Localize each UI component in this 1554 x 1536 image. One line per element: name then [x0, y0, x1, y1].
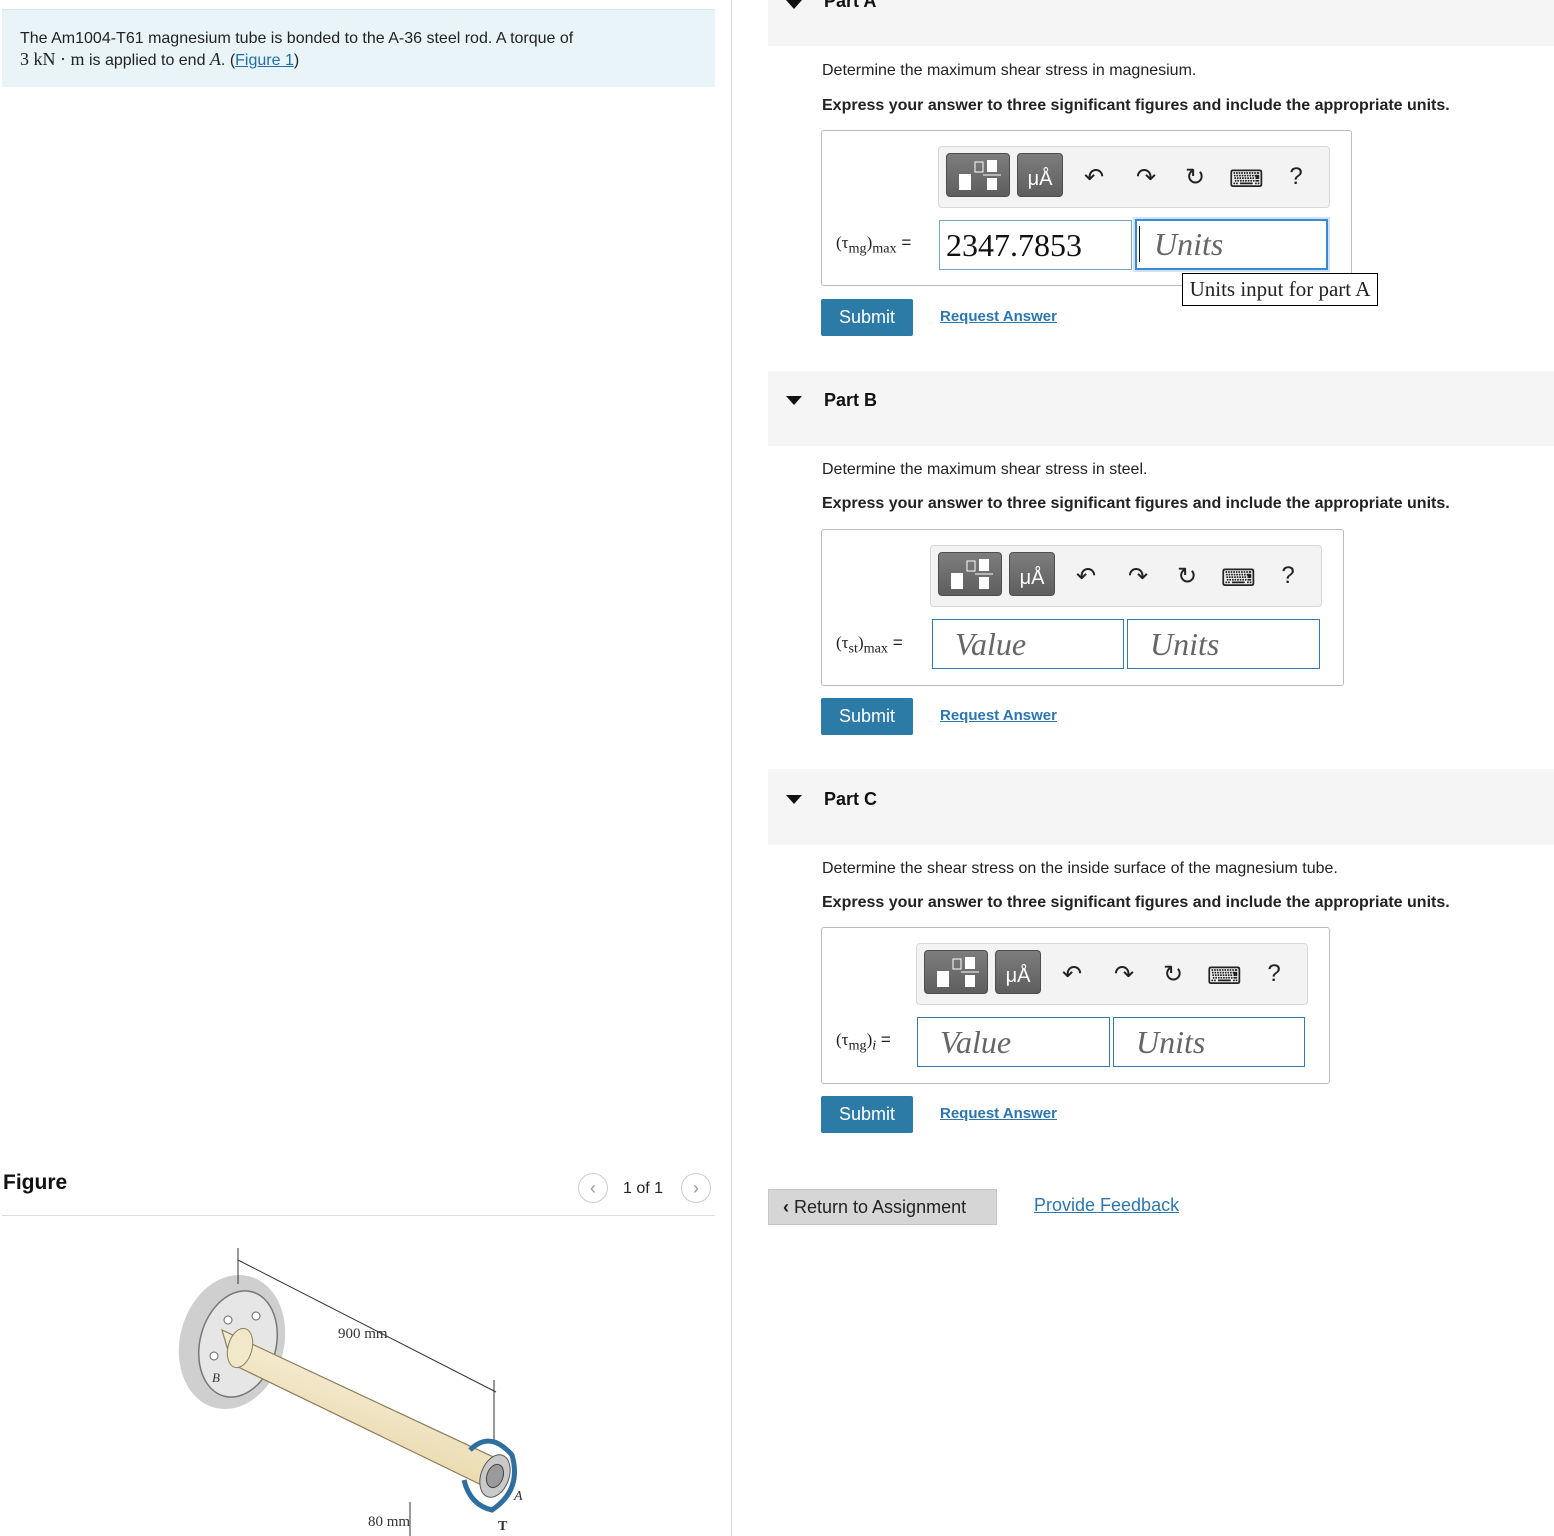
dim-length-label: 900 mm: [338, 1326, 388, 1342]
figure-prev-button[interactable]: ‹: [578, 1173, 608, 1203]
reset-icon[interactable]: ↻: [1158, 960, 1188, 989]
part-b-header[interactable]: [768, 371, 1554, 446]
label-subscript-2: max: [863, 640, 888, 657]
reset-icon[interactable]: ↻: [1172, 562, 1202, 591]
units-icon: μÅ: [1005, 965, 1031, 987]
templates-icon: [951, 559, 993, 589]
part-b-units-input[interactable]: Units: [1127, 619, 1320, 669]
label-b: B: [212, 1370, 220, 1385]
help-icon[interactable]: ?: [1273, 562, 1303, 590]
templates-button[interactable]: [924, 950, 988, 994]
figure-divider: [2, 1215, 715, 1216]
units-icon: μÅ: [1027, 168, 1053, 190]
part-c-submit-button[interactable]: Submit: [821, 1096, 913, 1133]
help-glyph: ?: [1267, 960, 1281, 987]
templates-icon: [959, 160, 1001, 190]
return-label: Return to Assignment: [794, 1197, 967, 1217]
redo-icon[interactable]: ↷: [1131, 163, 1161, 192]
figure-pager: 1 of 1: [623, 1180, 664, 1197]
reset-icon[interactable]: ↻: [1180, 163, 1210, 192]
part-c-units-input[interactable]: Units: [1113, 1017, 1305, 1067]
help-glyph: ?: [1281, 562, 1295, 589]
part-c-value-input[interactable]: Value: [917, 1017, 1110, 1067]
units-button[interactable]: μÅ: [1009, 552, 1055, 596]
label-subscript: st: [848, 640, 858, 657]
chevron-right-icon: ›: [693, 1178, 699, 1198]
problem-statement: The Am1004-T61 magnesium tube is bonded …: [20, 28, 660, 71]
chevron-left-icon: ‹: [590, 1178, 596, 1198]
paren-close: ): [293, 52, 300, 69]
paren-open: . (: [220, 52, 236, 69]
figure-image: 900 mm 80 mm B A T: [178, 1248, 523, 1536]
label-subscript: mg: [848, 240, 867, 257]
templates-icon: [937, 957, 979, 987]
figure-title: Figure: [3, 1171, 68, 1194]
chevron-left-icon: ‹: [783, 1197, 794, 1217]
collapse-triangle-icon[interactable]: [786, 0, 802, 9]
end-label: A: [209, 49, 221, 69]
units-tooltip: Units input for part A: [1182, 273, 1378, 306]
return-to-assignment-button[interactable]: ‹ Return to Assignment: [768, 1189, 997, 1225]
label-symbol: (τ: [836, 1030, 849, 1049]
label-t: T: [498, 1519, 508, 1534]
part-a-question: Determine the maximum shear stress in ma…: [822, 62, 1197, 79]
part-c-label: (τmg)i =: [836, 1030, 891, 1054]
part-c-request-answer[interactable]: Request Answer: [940, 1105, 1057, 1122]
label-a: A: [513, 1489, 523, 1504]
label-symbol: (τ: [836, 233, 849, 252]
label-subscript: mg: [848, 1037, 867, 1054]
problem-text: The Am1004-T61 magnesium tube is bonded …: [20, 30, 574, 47]
undo-icon[interactable]: ↶: [1079, 163, 1109, 192]
keyboard-icon[interactable]: ⌨: [1229, 165, 1264, 194]
part-a-instruction: Express your answer to three significant…: [822, 97, 1450, 114]
undo-icon[interactable]: ↶: [1071, 562, 1101, 591]
part-c-header[interactable]: [768, 769, 1554, 845]
problem-text-after: is applied to end: [84, 52, 210, 69]
label-equals: =: [896, 233, 912, 252]
units-button[interactable]: μÅ: [995, 950, 1041, 994]
keyboard-icon[interactable]: ⌨: [1221, 564, 1256, 593]
column-divider: [731, 0, 732, 1536]
part-b-question: Determine the maximum shear stress in st…: [822, 461, 1148, 478]
part-b-label: (τst)max =: [836, 633, 903, 657]
part-a-title: Part A: [824, 0, 877, 11]
part-a-value-input[interactable]: 2347.7853: [939, 220, 1132, 270]
part-a-label: (τmg)max =: [836, 233, 911, 257]
units-icon: μÅ: [1019, 567, 1045, 589]
figure-link[interactable]: Figure 1: [235, 52, 294, 69]
figure-next-button[interactable]: ›: [681, 1173, 711, 1203]
part-b-instruction: Express your answer to three significant…: [822, 495, 1450, 512]
collapse-triangle-icon[interactable]: [786, 396, 802, 405]
help-glyph: ?: [1289, 163, 1303, 190]
part-b-request-answer[interactable]: Request Answer: [940, 707, 1057, 724]
units-button[interactable]: μÅ: [1017, 153, 1063, 197]
part-b-value-input[interactable]: Value: [932, 619, 1124, 669]
keyboard-icon[interactable]: ⌨: [1207, 962, 1242, 991]
part-c-instruction: Express your answer to three significant…: [822, 894, 1450, 911]
part-a-units-input[interactable]: Units: [1135, 219, 1328, 270]
torque-value: 3 kN · m: [20, 49, 85, 69]
label-equals: =: [876, 1030, 891, 1049]
collapse-triangle-icon[interactable]: [786, 795, 802, 804]
help-icon[interactable]: ?: [1259, 960, 1289, 988]
part-c-question: Determine the shear stress on the inside…: [822, 860, 1338, 877]
label-equals: =: [888, 633, 903, 652]
help-icon[interactable]: ?: [1281, 163, 1311, 191]
part-c-title: Part C: [824, 789, 878, 809]
label-symbol: (τ: [836, 633, 849, 652]
part-a-submit-button[interactable]: Submit: [821, 299, 913, 336]
label-subscript-2: max: [872, 240, 897, 257]
part-a-header[interactable]: [768, 0, 1554, 46]
templates-button[interactable]: [938, 552, 1002, 596]
dim-diameter-label: 80 mm: [368, 1514, 410, 1530]
redo-icon[interactable]: ↷: [1123, 562, 1153, 591]
part-a-request-answer[interactable]: Request Answer: [940, 308, 1057, 325]
part-a-units-placeholder: Units: [1139, 226, 1224, 262]
part-b-title: Part B: [824, 390, 878, 410]
part-b-submit-button[interactable]: Submit: [821, 698, 913, 735]
redo-icon[interactable]: ↷: [1109, 960, 1139, 989]
templates-button[interactable]: [946, 153, 1010, 197]
provide-feedback-link[interactable]: Provide Feedback: [1034, 1195, 1179, 1216]
undo-icon[interactable]: ↶: [1057, 960, 1087, 989]
